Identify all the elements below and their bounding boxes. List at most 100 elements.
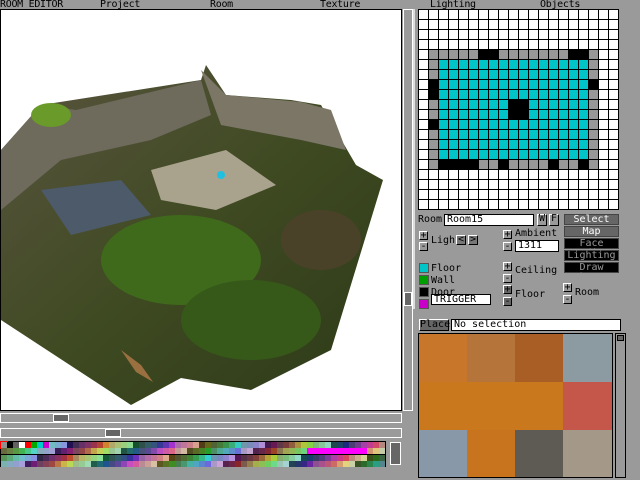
- map-cell[interactable]: [469, 50, 478, 59]
- map-cell[interactable]: [519, 120, 528, 129]
- map-cell[interactable]: [539, 160, 548, 169]
- map-cell[interactable]: [419, 120, 428, 129]
- map-cell[interactable]: [499, 80, 508, 89]
- map-cell[interactable]: [559, 60, 568, 69]
- map-cell[interactable]: [449, 40, 458, 49]
- map-cell[interactable]: [469, 130, 478, 139]
- map-cell[interactable]: [519, 200, 528, 209]
- map-cell[interactable]: [599, 90, 608, 99]
- map-cell[interactable]: [579, 10, 588, 19]
- map-cell[interactable]: [609, 170, 618, 179]
- map-cell[interactable]: [599, 80, 608, 89]
- map-cell[interactable]: [479, 120, 488, 129]
- room-name-input[interactable]: Room15: [444, 214, 534, 226]
- map-cell[interactable]: [569, 150, 578, 159]
- map-cell[interactable]: [549, 70, 558, 79]
- map-cell[interactable]: [599, 180, 608, 189]
- map-cell[interactable]: [519, 50, 528, 59]
- map-cell[interactable]: [549, 100, 558, 109]
- map-cell[interactable]: [519, 80, 528, 89]
- map-cell[interactable]: [529, 110, 538, 119]
- palette-scrollbar[interactable]: [390, 442, 401, 465]
- map-cell[interactable]: [489, 60, 498, 69]
- map-cell[interactable]: [569, 190, 578, 199]
- map-cell[interactable]: [439, 200, 448, 209]
- map-cell[interactable]: [609, 130, 618, 139]
- map-cell[interactable]: [439, 150, 448, 159]
- room-plus-button[interactable]: +: [563, 283, 572, 293]
- map-cell[interactable]: [509, 110, 518, 119]
- map-cell[interactable]: [419, 170, 428, 179]
- map-cell[interactable]: [559, 120, 568, 129]
- map-cell[interactable]: [589, 10, 598, 19]
- map-cell[interactable]: [569, 200, 578, 209]
- map-cell[interactable]: [589, 140, 598, 149]
- map-cell[interactable]: [439, 50, 448, 59]
- map-cell[interactable]: [539, 130, 548, 139]
- map-cell[interactable]: [529, 80, 538, 89]
- map-cell[interactable]: [529, 100, 538, 109]
- texture-tile[interactable]: [563, 382, 612, 430]
- map-cell[interactable]: [469, 60, 478, 69]
- map-cell[interactable]: [429, 140, 438, 149]
- map-cell[interactable]: [539, 110, 548, 119]
- map-cell[interactable]: [529, 10, 538, 19]
- color-palette[interactable]: [0, 441, 386, 467]
- map-cell[interactable]: [539, 60, 548, 69]
- map-cell[interactable]: [569, 180, 578, 189]
- map-cell[interactable]: [519, 10, 528, 19]
- map-cell[interactable]: [489, 30, 498, 39]
- map-cell[interactable]: [549, 130, 558, 139]
- map-cell[interactable]: [589, 80, 598, 89]
- texture-tile[interactable]: [419, 334, 467, 382]
- map-cell[interactable]: [569, 50, 578, 59]
- map-cell[interactable]: [489, 20, 498, 29]
- map-cell[interactable]: [439, 160, 448, 169]
- map-cell[interactable]: [509, 170, 518, 179]
- map-cell[interactable]: [539, 20, 548, 29]
- map-cell[interactable]: [439, 130, 448, 139]
- map-cell[interactable]: [419, 60, 428, 69]
- map-cell[interactable]: [589, 40, 598, 49]
- map-cell[interactable]: [479, 190, 488, 199]
- map-cell[interactable]: [469, 70, 478, 79]
- 3d-viewport[interactable]: [0, 9, 402, 411]
- map-cell[interactable]: [439, 140, 448, 149]
- map-cell[interactable]: [539, 100, 548, 109]
- map-cell[interactable]: [519, 30, 528, 39]
- map-cell[interactable]: [579, 70, 588, 79]
- map-cell[interactable]: [589, 170, 598, 179]
- map-cell[interactable]: [609, 190, 618, 199]
- map-cell[interactable]: [569, 20, 578, 29]
- map-cell[interactable]: [469, 20, 478, 29]
- map-cell[interactable]: [449, 130, 458, 139]
- map-cell[interactable]: [559, 30, 568, 39]
- texture-tile[interactable]: [467, 334, 515, 382]
- map-cell[interactable]: [459, 110, 468, 119]
- map-cell[interactable]: [569, 130, 578, 139]
- map-cell[interactable]: [589, 110, 598, 119]
- map-cell[interactable]: [479, 110, 488, 119]
- map-cell[interactable]: [609, 100, 618, 109]
- map-cell[interactable]: [499, 160, 508, 169]
- map-cell[interactable]: [599, 40, 608, 49]
- map-cell[interactable]: [449, 200, 458, 209]
- map-cell[interactable]: [539, 30, 548, 39]
- map-cell[interactable]: [459, 50, 468, 59]
- map-cell[interactable]: [579, 150, 588, 159]
- map-cell[interactable]: [459, 20, 468, 29]
- map-cell[interactable]: [529, 20, 538, 29]
- map-cell[interactable]: [559, 110, 568, 119]
- room-grid-map[interactable]: [418, 9, 619, 210]
- map-cell[interactable]: [509, 150, 518, 159]
- map-cell[interactable]: [559, 180, 568, 189]
- map-cell[interactable]: [519, 160, 528, 169]
- map-cell[interactable]: [469, 90, 478, 99]
- map-cell[interactable]: [599, 20, 608, 29]
- map-cell[interactable]: [459, 190, 468, 199]
- texture-tile[interactable]: [419, 382, 563, 430]
- map-cell[interactable]: [549, 30, 558, 39]
- map-cell[interactable]: [469, 180, 478, 189]
- map-cell[interactable]: [579, 30, 588, 39]
- map-cell[interactable]: [449, 140, 458, 149]
